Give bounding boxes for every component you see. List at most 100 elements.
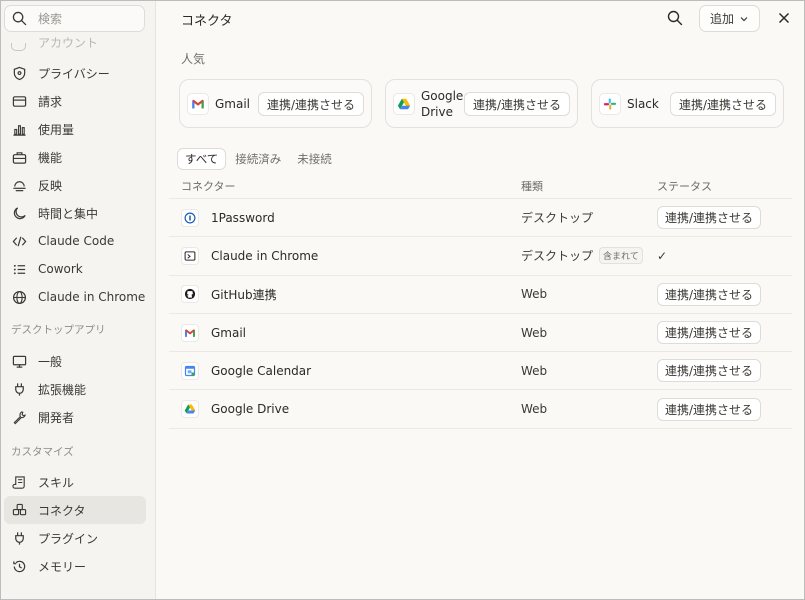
sidebar-item-connectors[interactable]: コネクタ: [4, 496, 146, 524]
sidebar-item-general[interactable]: 一般: [4, 347, 146, 375]
close-icon[interactable]: [776, 10, 792, 26]
connector-name: GitHub連携: [211, 287, 277, 302]
sidebar-item-features[interactable]: 機能: [4, 143, 146, 171]
chevron-down-icon: [740, 16, 748, 21]
connect-button[interactable]: 連携/連携させる: [463, 92, 570, 116]
section-title-customize: カスタマイズ: [11, 445, 74, 458]
sidebar-item-cowork[interactable]: Cowork: [4, 255, 146, 283]
gmail-icon: [181, 323, 199, 342]
search-placeholder: 検索: [38, 12, 63, 26]
sidebar-item-claude-in-chrome[interactable]: Claude in Chrome: [4, 283, 146, 311]
sidebar-item-reflect[interactable]: 反映: [4, 171, 146, 199]
sidebar-item-account[interactable]: アカウント: [11, 37, 98, 51]
table-row[interactable]: Gmail Web 連携/連携させる: [169, 314, 792, 353]
sidebar: 検索 アカウント プライバシー 請求 使用量 機能 反映 時間と集中 Claud…: [1, 1, 156, 599]
card-name: Gmail: [215, 96, 251, 111]
connector-type: Web: [521, 402, 548, 417]
table-row[interactable]: GitHub連携 Web 連携/連携させる: [169, 276, 792, 314]
tab-not-connected[interactable]: 未接続: [290, 148, 339, 170]
sidebar-item-label: プラグイン: [38, 531, 99, 546]
globe-icon: [11, 289, 27, 305]
moon-icon: [11, 205, 27, 221]
search-icon: [12, 11, 27, 26]
sidebar-search-input[interactable]: 検索: [4, 5, 145, 32]
connect-button[interactable]: 連携/連携させる: [657, 282, 762, 306]
connector-name: Google Drive: [211, 402, 290, 417]
bar-chart-icon: [11, 121, 27, 137]
1password-icon: [181, 208, 199, 227]
column-header-status: ステータス: [657, 180, 712, 193]
sidebar-item-label: スキル: [38, 475, 75, 490]
sidebar-item-label: Claude Code: [38, 234, 115, 248]
sidebar-item-label: 時間と集中: [38, 206, 99, 221]
shield-icon: [11, 65, 27, 81]
plug-icon: [11, 381, 27, 397]
sidebar-item-claude-code[interactable]: Claude Code: [4, 227, 146, 255]
sidebar-item-label: コネクタ: [38, 503, 86, 518]
tab-connected[interactable]: 接続済み: [228, 148, 288, 170]
connector-name: Claude in Chrome: [211, 248, 319, 263]
slack-icon: [599, 92, 621, 115]
popular-card-slack: Slack 連携/連携させる: [591, 79, 784, 128]
connect-button[interactable]: 連携/連携させる: [669, 92, 776, 116]
google-drive-icon: [393, 92, 415, 115]
sidebar-item-privacy[interactable]: プライバシー: [4, 59, 146, 87]
list-icon: [11, 261, 27, 277]
google-calendar-icon: [181, 361, 199, 380]
connect-button[interactable]: 連携/連携させる: [657, 359, 762, 383]
sidebar-item-label: Cowork: [38, 262, 83, 276]
connector-name: 1Password: [211, 210, 275, 225]
connector-name: Google Calendar: [211, 363, 312, 378]
card-name: Slack: [627, 96, 659, 111]
sidebar-item-label: Claude in Chrome: [38, 290, 146, 304]
sidebar-item-label: 拡張機能: [38, 382, 87, 397]
tab-all[interactable]: すべて: [177, 148, 227, 170]
history-icon: [11, 558, 27, 574]
toolbox-icon: [11, 149, 27, 165]
table-row[interactable]: Google Drive Web 連携/連携させる: [169, 390, 792, 429]
checkmark-icon: ✓: [657, 248, 668, 263]
connector-type: デスクトップ: [521, 211, 594, 226]
account-icon: [11, 43, 26, 51]
popular-card-gmail: Gmail 連携/連携させる: [179, 79, 372, 128]
sidebar-item-memory[interactable]: メモリー: [4, 552, 146, 580]
sidebar-item-billing[interactable]: 請求: [4, 87, 146, 115]
sidebar-item-plugins[interactable]: プラグイン: [4, 524, 146, 552]
sidebar-item-label: メモリー: [38, 559, 87, 574]
sidebar-item-skills[interactable]: スキル: [4, 468, 146, 496]
sidebar-item-label: 請求: [38, 94, 63, 109]
table-row[interactable]: 1Password デスクトップ 連携/連携させる: [169, 199, 792, 238]
connect-button[interactable]: 連携/連携させる: [657, 397, 762, 421]
scroll-icon: [11, 474, 27, 490]
card-name: Google Drive: [421, 88, 464, 119]
credit-card-icon: [11, 93, 27, 109]
sidebar-item-label: 使用量: [38, 122, 75, 137]
connector-type: Web: [521, 287, 548, 302]
sidebar-item-label: 反映: [38, 178, 63, 193]
sidebar-item-extensions[interactable]: 拡張機能: [4, 375, 146, 403]
sidebar-item-developer[interactable]: 開発者: [4, 403, 146, 431]
sidebar-item-label: プライバシー: [38, 66, 110, 81]
column-header-type: 種類: [521, 180, 543, 193]
included-badge: 含まれて: [599, 247, 643, 265]
sidebar-item-label: 機能: [38, 150, 63, 165]
connect-button[interactable]: 連携/連携させる: [257, 92, 364, 116]
sidebar-item-label: アカウント: [38, 37, 99, 50]
sidebar-item-time-focus[interactable]: 時間と集中: [4, 199, 146, 227]
search-icon[interactable]: [667, 10, 683, 26]
add-button[interactable]: 追加: [699, 5, 760, 32]
gmail-icon: [187, 92, 209, 115]
table-row[interactable]: Claude in Chrome デスクトップ 含まれて ✓: [169, 237, 792, 276]
page-title: コネクタ: [181, 14, 233, 29]
connect-button[interactable]: 連携/連携させる: [657, 206, 762, 230]
table-header: コネクター 種類 ステータス: [169, 174, 792, 199]
connect-button[interactable]: 連携/連携させる: [657, 321, 762, 345]
column-header-connector: コネクター: [181, 180, 236, 193]
popular-section-label: 人気: [181, 52, 206, 66]
connectors-table: コネクター 種類 ステータス 1Password デスクトップ 連携/連携させる…: [169, 174, 792, 429]
table-row[interactable]: Google Calendar Web 連携/連携させる: [169, 352, 792, 391]
connector-type: Web: [521, 363, 548, 378]
github-icon: [181, 285, 199, 304]
sidebar-item-usage[interactable]: 使用量: [4, 115, 146, 143]
code-icon: [11, 233, 27, 249]
